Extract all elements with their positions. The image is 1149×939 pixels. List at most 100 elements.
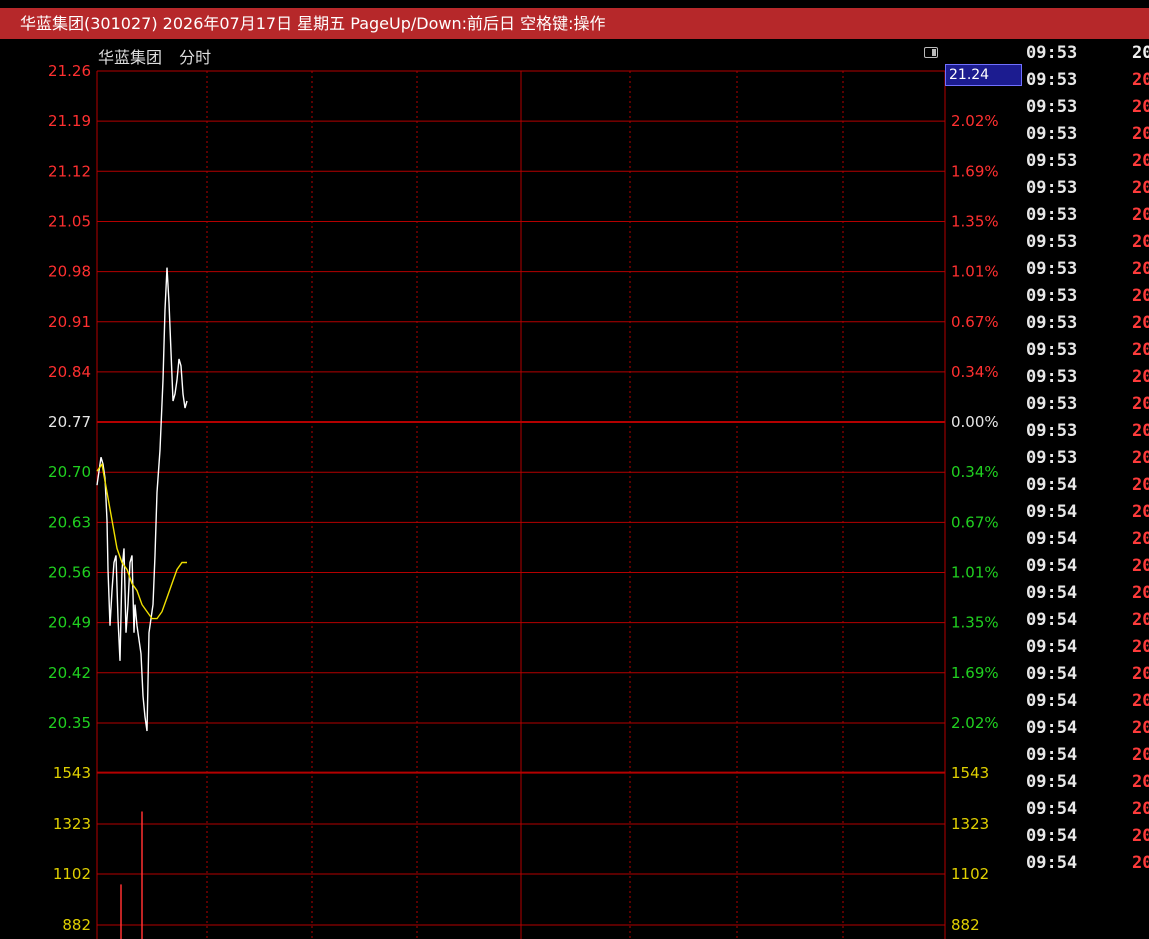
- price-tick-label: 20.70: [48, 463, 91, 481]
- tick-row: 09:54 20: [1022, 580, 1149, 607]
- tick-price: 20: [1132, 772, 1149, 792]
- tick-row: 09:53 20: [1022, 40, 1149, 67]
- percent-tick-label: 0.34%: [951, 363, 999, 381]
- price-tick-label: 21.05: [48, 212, 91, 230]
- tick-time: 09:53: [1026, 97, 1078, 117]
- price-tick-label: 20.56: [48, 564, 91, 582]
- tick-price: 20: [1132, 718, 1149, 738]
- tick-row: 09:54 20: [1022, 526, 1149, 553]
- tick-row: 09:53 20: [1022, 256, 1149, 283]
- tick-row: 09:53 20: [1022, 283, 1149, 310]
- tick-time: 09:53: [1026, 70, 1078, 90]
- tick-row: 09:54 20: [1022, 715, 1149, 742]
- price-tick-label: 20.84: [48, 363, 91, 381]
- tick-row: 09:54 20: [1022, 742, 1149, 769]
- tick-price: 20: [1132, 340, 1149, 360]
- tick-row: 09:53 20: [1022, 418, 1149, 445]
- percent-tick-label: 0.00%: [951, 413, 999, 431]
- price-tick-label: 21.12: [48, 162, 91, 180]
- tick-time: 09:54: [1026, 610, 1078, 630]
- tick-time: 09:54: [1026, 502, 1078, 522]
- volume-tick-label-right: 882: [951, 916, 980, 934]
- tick-time: 09:54: [1026, 745, 1078, 765]
- tick-price: 20: [1132, 583, 1149, 603]
- tick-time: 09:54: [1026, 718, 1078, 738]
- tick-row: 09:54 20: [1022, 607, 1149, 634]
- stock-name: 华蓝集团: [98, 48, 163, 67]
- percent-tick-label: 0.67%: [951, 313, 999, 331]
- percent-tick-label: 2.02%: [951, 112, 999, 130]
- volume-tick-label-left: 1323: [53, 815, 91, 833]
- tick-row: 09:54 20: [1022, 796, 1149, 823]
- tick-list[interactable]: 09:53 20 09:53 20 09:53 20 09:53 20 09:53 20 09:53…: [1022, 39, 1149, 939]
- tick-time: 09:54: [1026, 475, 1078, 495]
- percent-tick-label: 1.01%: [951, 564, 999, 582]
- panel-toggle-icon[interactable]: [924, 47, 938, 58]
- tick-row: 09:54 20: [1022, 823, 1149, 850]
- tick-row: 09:53 20: [1022, 121, 1149, 148]
- tick-row: 09:53 20: [1022, 364, 1149, 391]
- tick-row: 09:54 20: [1022, 769, 1149, 796]
- volume-tick-label-right: 1102: [951, 865, 989, 883]
- price-series-line: [96, 267, 188, 732]
- percent-tick-label: 0.67%: [951, 513, 999, 531]
- tick-price: 20: [1132, 205, 1149, 225]
- tick-price: 20: [1132, 502, 1149, 522]
- volume-tick-label-left: 882: [62, 916, 91, 934]
- tick-price: 20: [1132, 556, 1149, 576]
- tick-time: 09:53: [1026, 448, 1078, 468]
- price-tick-label: 21.19: [48, 112, 91, 130]
- price-tick-label: 20.77: [48, 413, 91, 431]
- tick-price: 20: [1132, 853, 1149, 873]
- tick-price: 20: [1132, 475, 1149, 495]
- tick-time: 09:54: [1026, 772, 1078, 792]
- tick-row: 09:53 20: [1022, 202, 1149, 229]
- tick-row: 09:54 20: [1022, 499, 1149, 526]
- window-title: 华蓝集团(301027) 2026年07月17日 星期五 PageUp/Down…: [0, 8, 1149, 39]
- tick-row: 09:54 20: [1022, 634, 1149, 661]
- price-tick-label: 20.42: [48, 664, 91, 682]
- tick-row: 09:53 20: [1022, 337, 1149, 364]
- tick-time: 09:53: [1026, 421, 1078, 441]
- tick-row: 09:53 20: [1022, 67, 1149, 94]
- volume-tick-label-right: 1323: [951, 815, 989, 833]
- percent-tick-label: 2.02%: [951, 714, 999, 732]
- tick-row: 09:53 20: [1022, 94, 1149, 121]
- chart-header: 华蓝集团 分时: [98, 44, 211, 68]
- tick-row: 09:54 20: [1022, 661, 1149, 688]
- tick-price: 20: [1132, 421, 1149, 441]
- tick-time: 09:54: [1026, 691, 1078, 711]
- tick-time: 09:53: [1026, 151, 1078, 171]
- tick-price: 20: [1132, 637, 1149, 657]
- tick-time: 09:53: [1026, 124, 1078, 144]
- percent-tick-label: 1.69%: [951, 162, 999, 180]
- tick-price: 20: [1132, 367, 1149, 387]
- tick-price: 20: [1132, 124, 1149, 144]
- price-tick-label: 20.63: [48, 513, 91, 531]
- tick-price: 20: [1132, 826, 1149, 846]
- chart-mode: 分时: [179, 48, 212, 67]
- tick-price: 20: [1132, 664, 1149, 684]
- tick-time: 09:54: [1026, 556, 1078, 576]
- intraday-chart[interactable]: 21.26 21.19 21.12 21.05 20.98 20.91 20.84 20.77…: [0, 39, 1022, 939]
- tick-row: 09:53 20: [1022, 148, 1149, 175]
- percent-tick-label: 0.34%: [951, 463, 999, 481]
- tick-price: 20: [1132, 610, 1149, 630]
- price-tick-label: 20.98: [48, 263, 91, 281]
- tick-row: 09:53 20: [1022, 310, 1149, 337]
- tick-price: 20: [1132, 286, 1149, 306]
- tick-time: 09:54: [1026, 853, 1078, 873]
- percent-tick-label: 1.01%: [951, 263, 999, 281]
- percent-tick-label: 1.69%: [951, 664, 999, 682]
- current-price-tag: 21.24: [945, 64, 1022, 86]
- average-series-line: [96, 462, 187, 620]
- tick-time: 09:53: [1026, 286, 1078, 306]
- tick-price: 20: [1132, 178, 1149, 198]
- price-tick-label: 21.26: [48, 62, 91, 80]
- tick-price: 20: [1132, 745, 1149, 765]
- tick-price: 20: [1132, 394, 1149, 414]
- tick-time: 09:54: [1026, 664, 1078, 684]
- tick-price: 20: [1132, 799, 1149, 819]
- tick-price: 20: [1132, 448, 1149, 468]
- tick-time: 09:53: [1026, 205, 1078, 225]
